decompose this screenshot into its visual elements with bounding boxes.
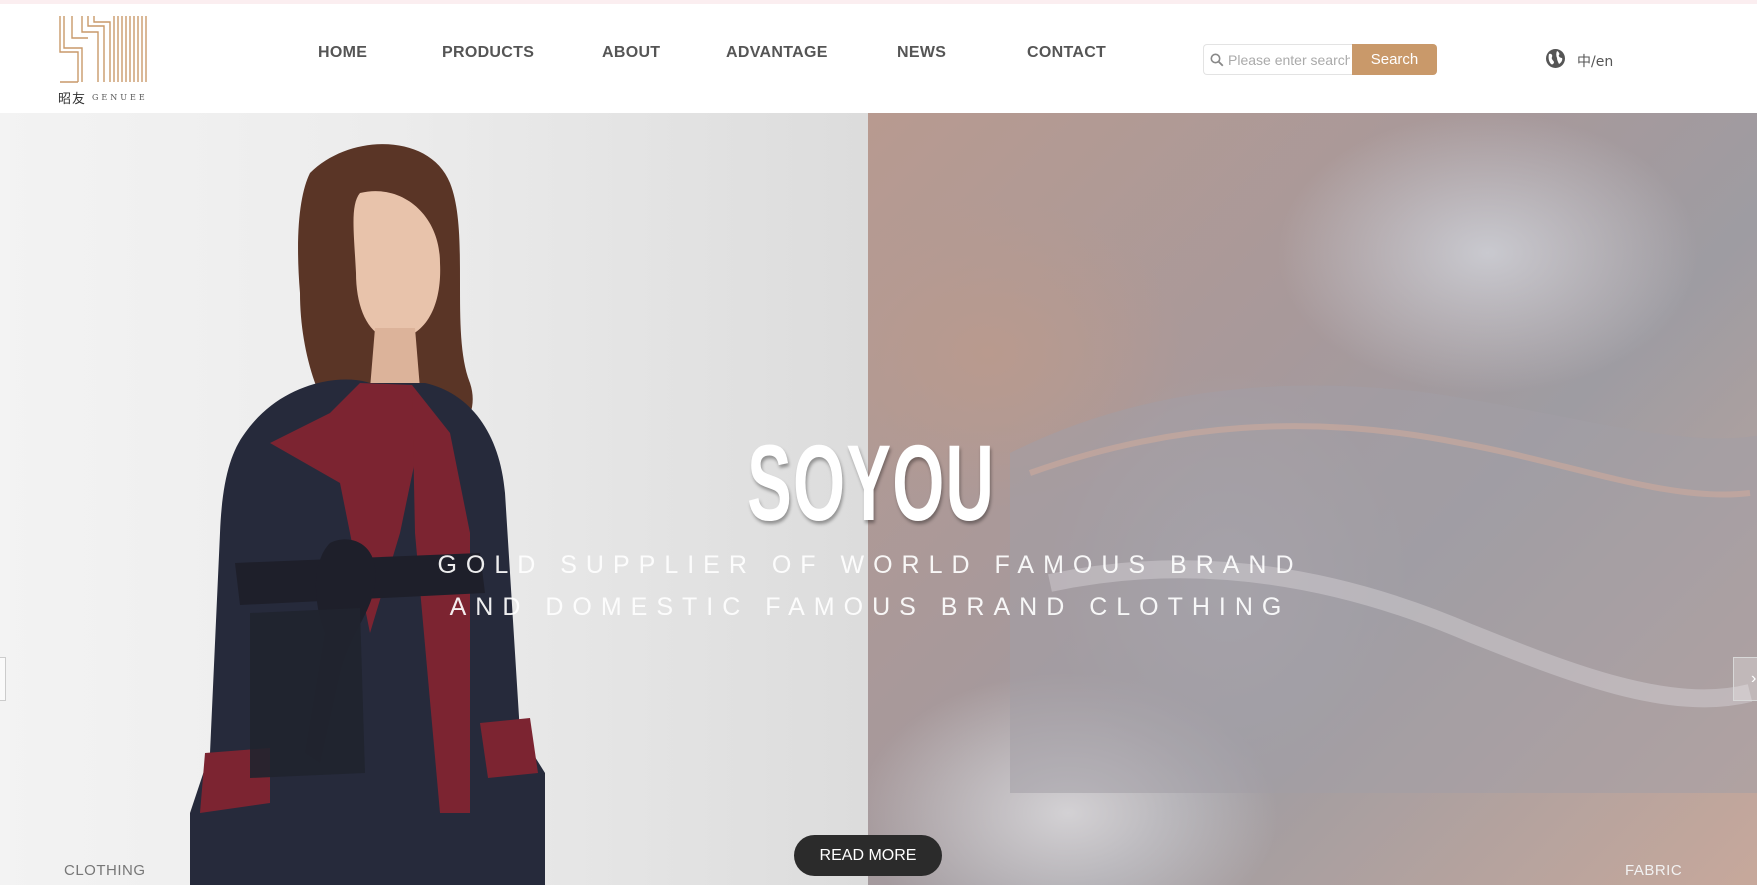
logo-mark-icon [59, 16, 147, 83]
nav-advantage[interactable]: ADVANTAGE [726, 44, 828, 62]
nav-news[interactable]: NEWS [897, 44, 946, 62]
hero-title: SOYOU [747, 422, 996, 543]
chevron-right-icon: › [1751, 670, 1757, 687]
prev-slide-button[interactable] [0, 657, 6, 701]
language-label: 中/en [1577, 54, 1614, 70]
search-input[interactable] [1228, 49, 1350, 71]
logo-english-text: GENUEE [92, 93, 148, 102]
clothing-label[interactable]: CLOTHING [64, 862, 146, 879]
nav-home[interactable]: HOME [318, 44, 367, 62]
hero-subtitle-line2: AND DOMESTIC FAMOUS BRAND CLOTHING [449, 593, 1291, 621]
nav-about[interactable]: ABOUT [602, 44, 660, 62]
search-box [1203, 44, 1352, 75]
globe-icon [1546, 49, 1565, 68]
read-more-button[interactable]: READ MORE [794, 835, 942, 876]
logo-chinese-text: 昭友 [58, 92, 87, 107]
search-button[interactable]: Search [1352, 44, 1437, 75]
nav-contact[interactable]: CONTACT [1027, 44, 1106, 62]
search-icon [1210, 53, 1224, 67]
site-header: 昭友 GENUEE HOME PRODUCTS ABOUT ADVANTAGE … [0, 4, 1757, 113]
next-slide-button[interactable]: › [1733, 657, 1757, 701]
hero-subtitle-line1: GOLD SUPPLIER OF WORLD FAMOUS BRAND [437, 551, 1303, 579]
fabric-label[interactable]: FABRIC [1625, 862, 1682, 879]
nav-products[interactable]: PRODUCTS [442, 44, 534, 62]
brand-logo[interactable]: 昭友 GENUEE [58, 14, 150, 108]
search-bar: Search [1203, 44, 1437, 75]
